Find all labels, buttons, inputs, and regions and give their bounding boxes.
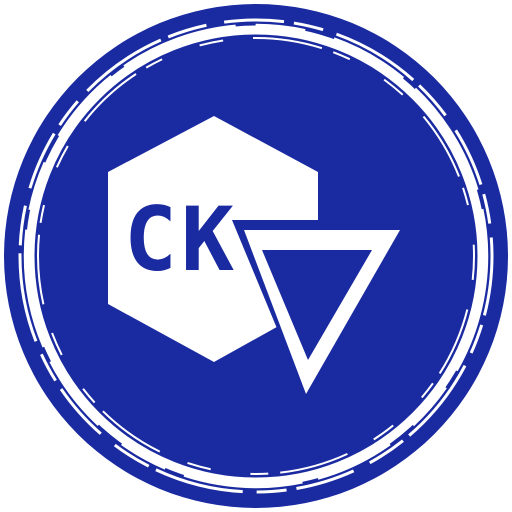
monogram-text: CK: [124, 188, 238, 291]
logo-graphic: CK: [4, 4, 508, 508]
logo-badge: CK: [0, 0, 512, 512]
